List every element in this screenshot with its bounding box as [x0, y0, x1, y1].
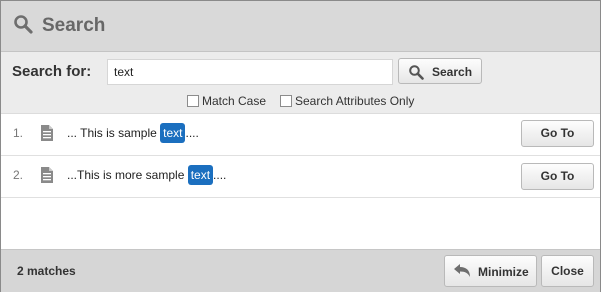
snippet-before: ... This is sample — [67, 126, 161, 140]
search-input[interactable] — [107, 59, 393, 85]
minimize-button[interactable]: Minimize — [444, 255, 537, 287]
document-icon — [41, 125, 53, 141]
go-to-button[interactable]: Go To — [521, 163, 594, 190]
search-bar: Search for: Search Match Case Search Att… — [1, 52, 600, 114]
match-case-label: Match Case — [202, 94, 267, 108]
result-number: 1. — [13, 126, 24, 140]
search-button[interactable]: Search — [398, 58, 482, 84]
match-highlight: text — [187, 165, 214, 185]
undo-arrow-icon — [454, 264, 470, 277]
results-list: 1. ... This is sample text.... Go To 2. … — [1, 114, 600, 198]
search-dialog: Search Search for: Search Match Case Sea… — [0, 0, 601, 292]
search-label: Search for: — [12, 63, 92, 80]
close-button[interactable]: Close — [541, 255, 594, 287]
result-row: 1. ... This is sample text.... Go To — [1, 114, 600, 156]
result-row: 2. ...This is more sample text.... Go To — [1, 156, 600, 198]
result-snippet: ...This is more sample text.... — [67, 165, 226, 185]
snippet-after: .... — [185, 126, 199, 140]
document-icon — [41, 167, 53, 183]
match-case-checkbox[interactable] — [187, 95, 199, 107]
match-highlight: text — [160, 123, 186, 143]
snippet-before: ...This is more sample — [67, 168, 188, 182]
footer-bar: 2 matches Minimize Close — [1, 249, 600, 292]
search-attributes-label: Search Attributes Only — [295, 94, 415, 108]
result-number: 2. — [13, 168, 24, 182]
match-count: 2 matches — [17, 264, 76, 278]
go-to-button[interactable]: Go To — [521, 120, 594, 147]
minimize-label: Minimize — [478, 265, 529, 279]
search-button-label: Search — [432, 65, 473, 79]
result-snippet: ... This is sample text.... — [67, 123, 199, 143]
dialog-title: Search — [42, 15, 106, 36]
search-attributes-checkbox[interactable] — [280, 95, 292, 107]
snippet-after: .... — [213, 168, 227, 182]
search-icon — [14, 15, 33, 34]
title-bar: Search — [1, 1, 600, 52]
search-icon — [409, 65, 424, 80]
